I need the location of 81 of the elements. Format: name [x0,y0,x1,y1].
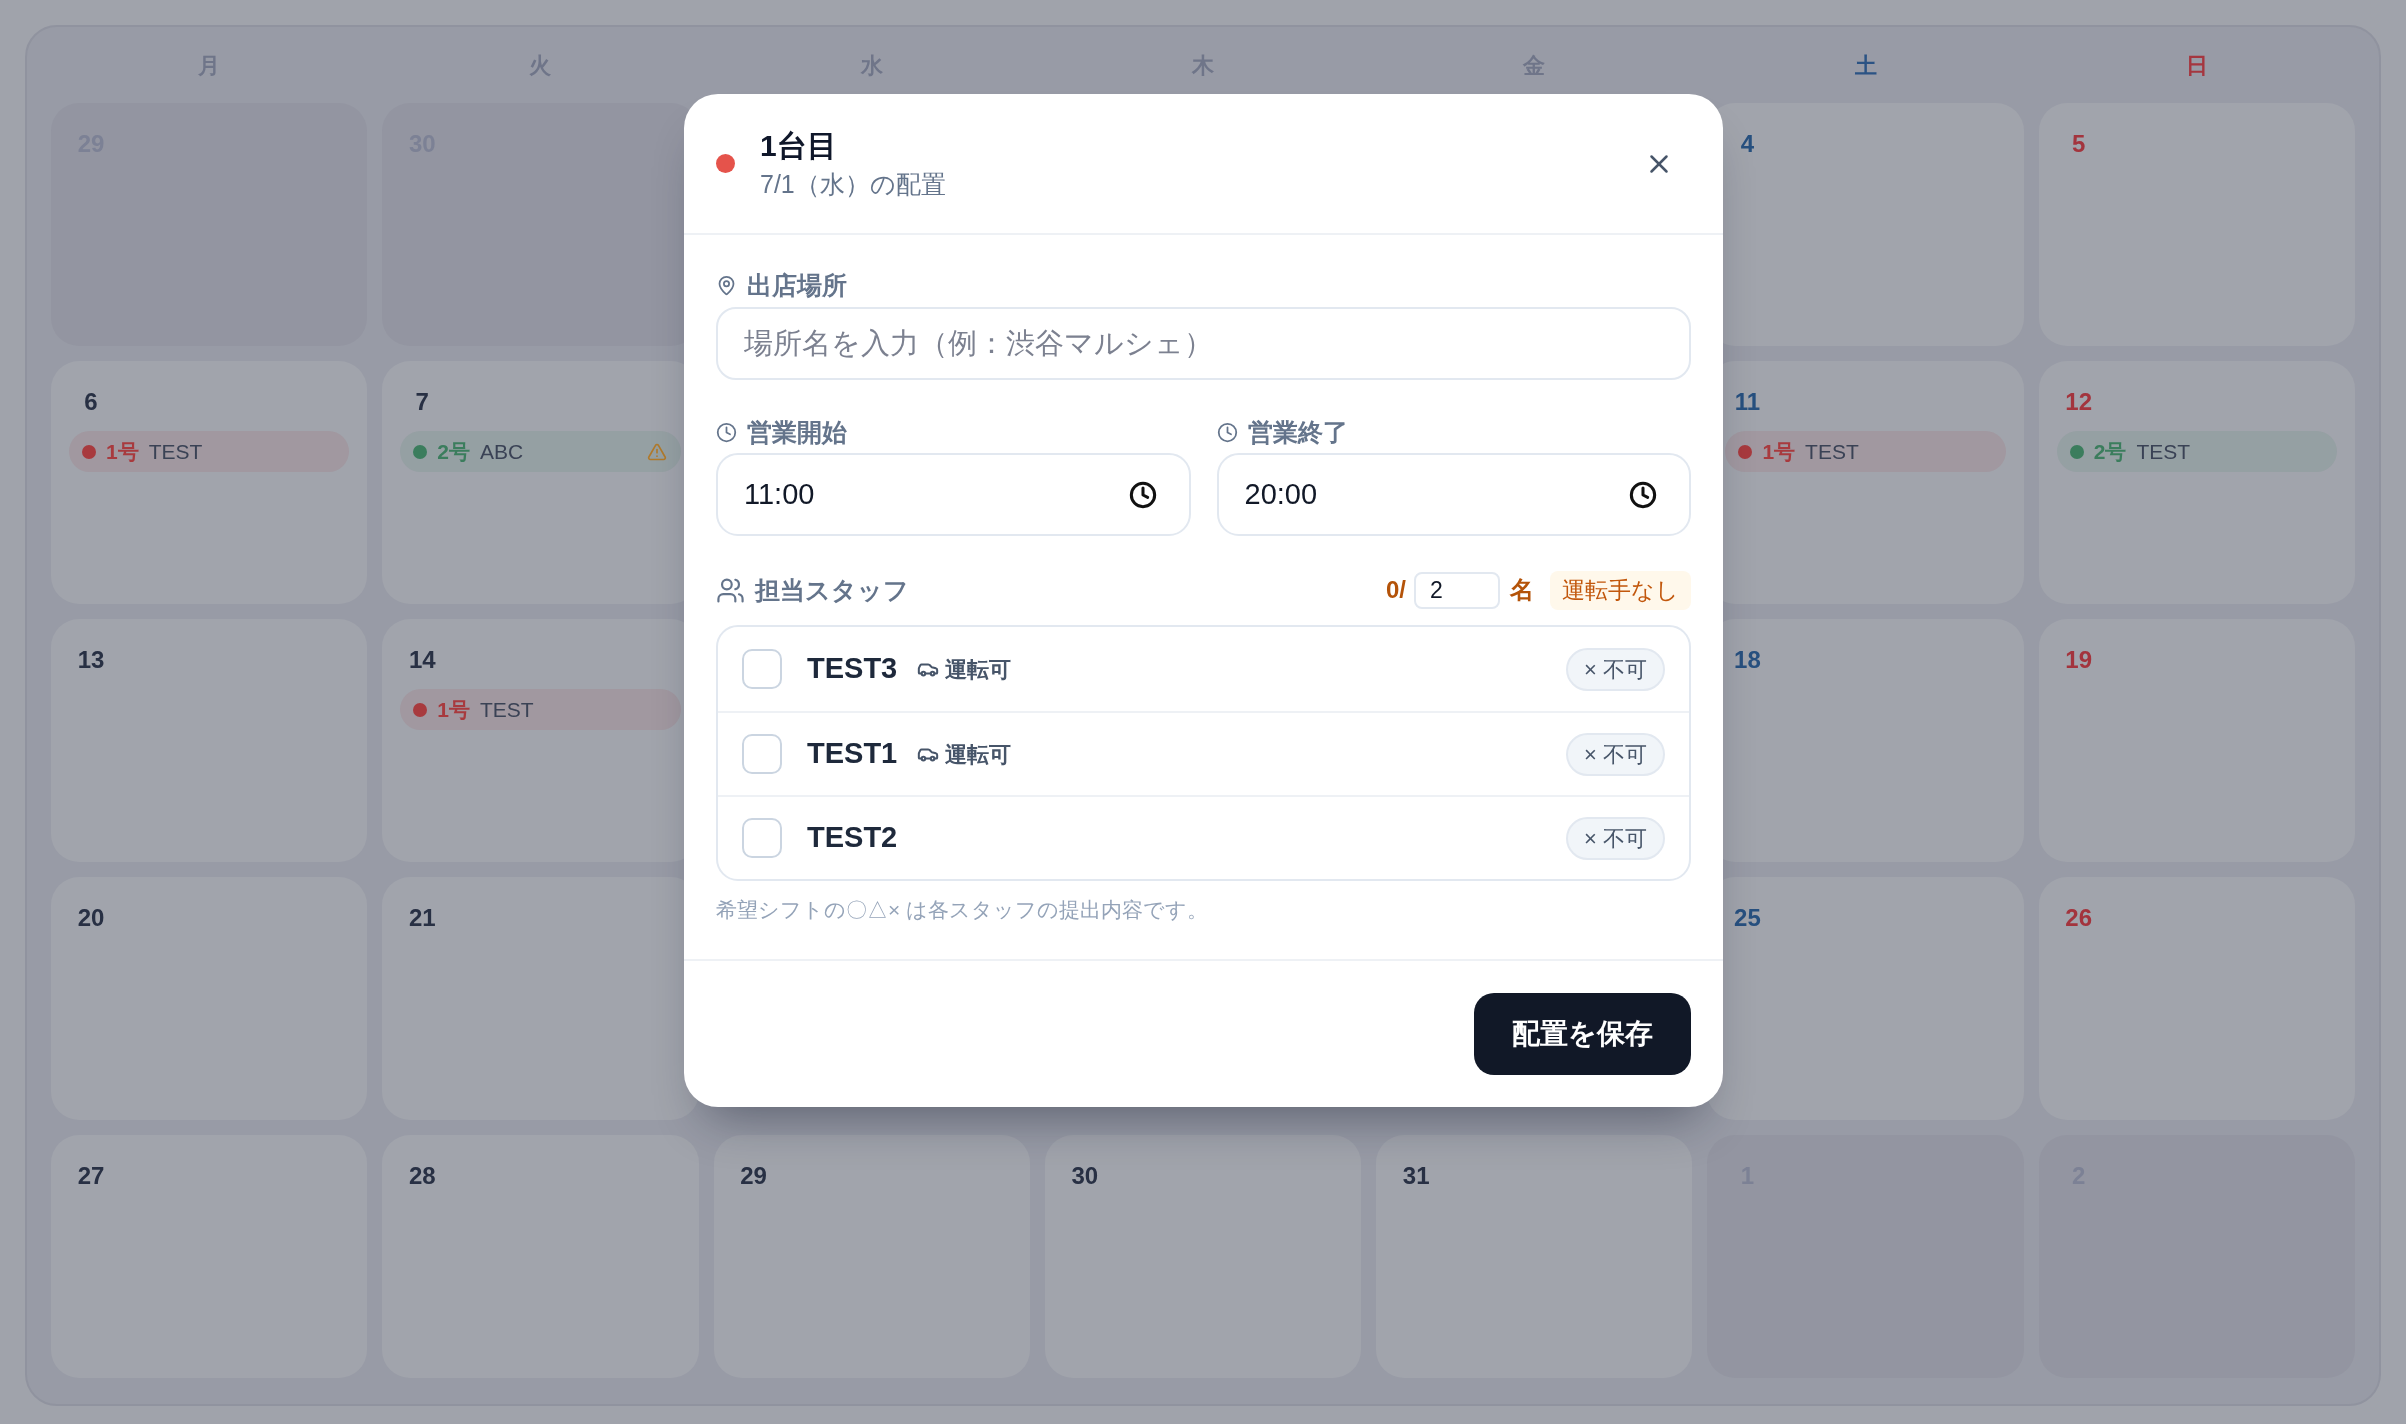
weekday-header: 日 [2184,51,2209,80]
day-number: 25 [1733,903,1762,933]
event-chip[interactable]: 2号 TEST [2056,431,2337,472]
field-label: 営業開始 [747,417,847,448]
vehicle-label: 2号 [2093,438,2127,465]
day-cell[interactable]: 30 [1044,1135,1362,1378]
clock-icon[interactable] [1629,480,1657,509]
event-name: TEST [2136,438,2191,465]
day-number: 6 [83,387,99,417]
weekday-header: 土 [1853,51,1878,80]
event-name: TEST [1805,438,1859,465]
dialog-title: 1台目 [760,127,838,164]
driver-warning-badge: 運転手なし [1550,570,1691,610]
clock-icon [1216,421,1238,443]
day-number: 20 [76,903,106,933]
day-cell[interactable]: 28 [382,1135,699,1378]
dialog-subtitle: 7/1（水）の配置 [760,168,946,200]
assigned-count: 0/ [1386,575,1406,605]
day-cell[interactable]: 12 2号 TEST [2038,361,2355,604]
driver-tag: 運転可 [945,737,1012,771]
day-cell[interactable]: 5 [2038,103,2355,346]
day-number: 12 [2064,387,2094,417]
availability-badge: × 不可 [1566,647,1665,691]
day-cell[interactable]: 27 [51,1135,368,1378]
help-text: 希望シフトの〇△× は各スタッフの提出内容です。 [716,897,1210,923]
driver-tag: 運転可 [945,652,1012,686]
required-count-input[interactable]: 2 [1414,571,1500,609]
day-cell[interactable]: 13 [51,619,368,862]
field-label: 営業終了 [1247,417,1348,448]
map-pin-icon [716,274,737,296]
event-chip[interactable]: 1号 TEST [400,689,681,730]
location-input[interactable]: 場所名を入力（例：渋谷マルシェ） [716,307,1691,380]
day-number: 4 [1739,129,1756,159]
clock-icon [716,421,737,443]
day-cell[interactable]: 20 [51,877,368,1120]
day-number: 13 [76,645,106,675]
day-cell[interactable]: 29 [713,1135,1030,1378]
vehicle-label: 1号 [437,696,470,723]
day-cell[interactable]: 21 [382,877,699,1120]
save-button[interactable]: 配置を保存 [1474,993,1691,1075]
checkbox[interactable] [742,818,782,858]
staff-name: TEST1 [807,736,898,772]
day-number: 14 [407,645,437,675]
day-number: 27 [76,1161,106,1191]
day-number: 18 [1733,645,1762,675]
day-number: 31 [1401,1161,1431,1191]
availability-badge: × 不可 [1566,732,1665,776]
vehicle-label: 1号 [106,438,139,465]
event-name: TEST [148,438,203,465]
vehicle-label: 1号 [1762,438,1796,465]
day-cell[interactable]: 19 [2038,619,2355,862]
day-cell[interactable]: 26 [2038,877,2355,1120]
day-number: 28 [407,1161,437,1191]
vehicle-label: 2号 [437,438,470,465]
availability-badge: × 不可 [1566,816,1665,860]
event-chip[interactable]: 2号 ABC [400,431,681,472]
event-name: ABC [479,438,524,465]
time-input[interactable]: 20:00 [1216,453,1691,536]
day-number: 29 [739,1161,768,1191]
unit-label: 名 [1510,575,1534,605]
staff-name: TEST3 [807,651,898,687]
event-chip[interactable]: 1号 TEST [69,431,350,472]
checkbox[interactable] [742,649,782,689]
day-number: 26 [2064,903,2094,933]
day-cell[interactable]: 6 1号 TEST [51,361,368,604]
event-name: TEST [479,696,534,723]
staff-name: TEST2 [807,820,898,856]
day-number: 11 [1733,387,1762,417]
checkbox[interactable] [742,734,782,774]
field-label: 担当スタッフ [755,575,909,606]
day-number: 21 [407,903,437,933]
event-chip[interactable]: 1号 TEST [1725,431,2006,472]
field-label: 出店場所 [747,270,847,301]
day-cell[interactable]: 25 [1707,877,2024,1120]
day-number: 30 [1070,1161,1100,1191]
day-number: 7 [414,387,430,417]
clock-icon[interactable] [1128,480,1157,509]
day-number: 5 [2071,129,2087,159]
day-number: 19 [2064,645,2094,675]
time-input[interactable]: 11:00 [716,453,1191,536]
day-cell[interactable]: 31 [1376,1135,1693,1378]
